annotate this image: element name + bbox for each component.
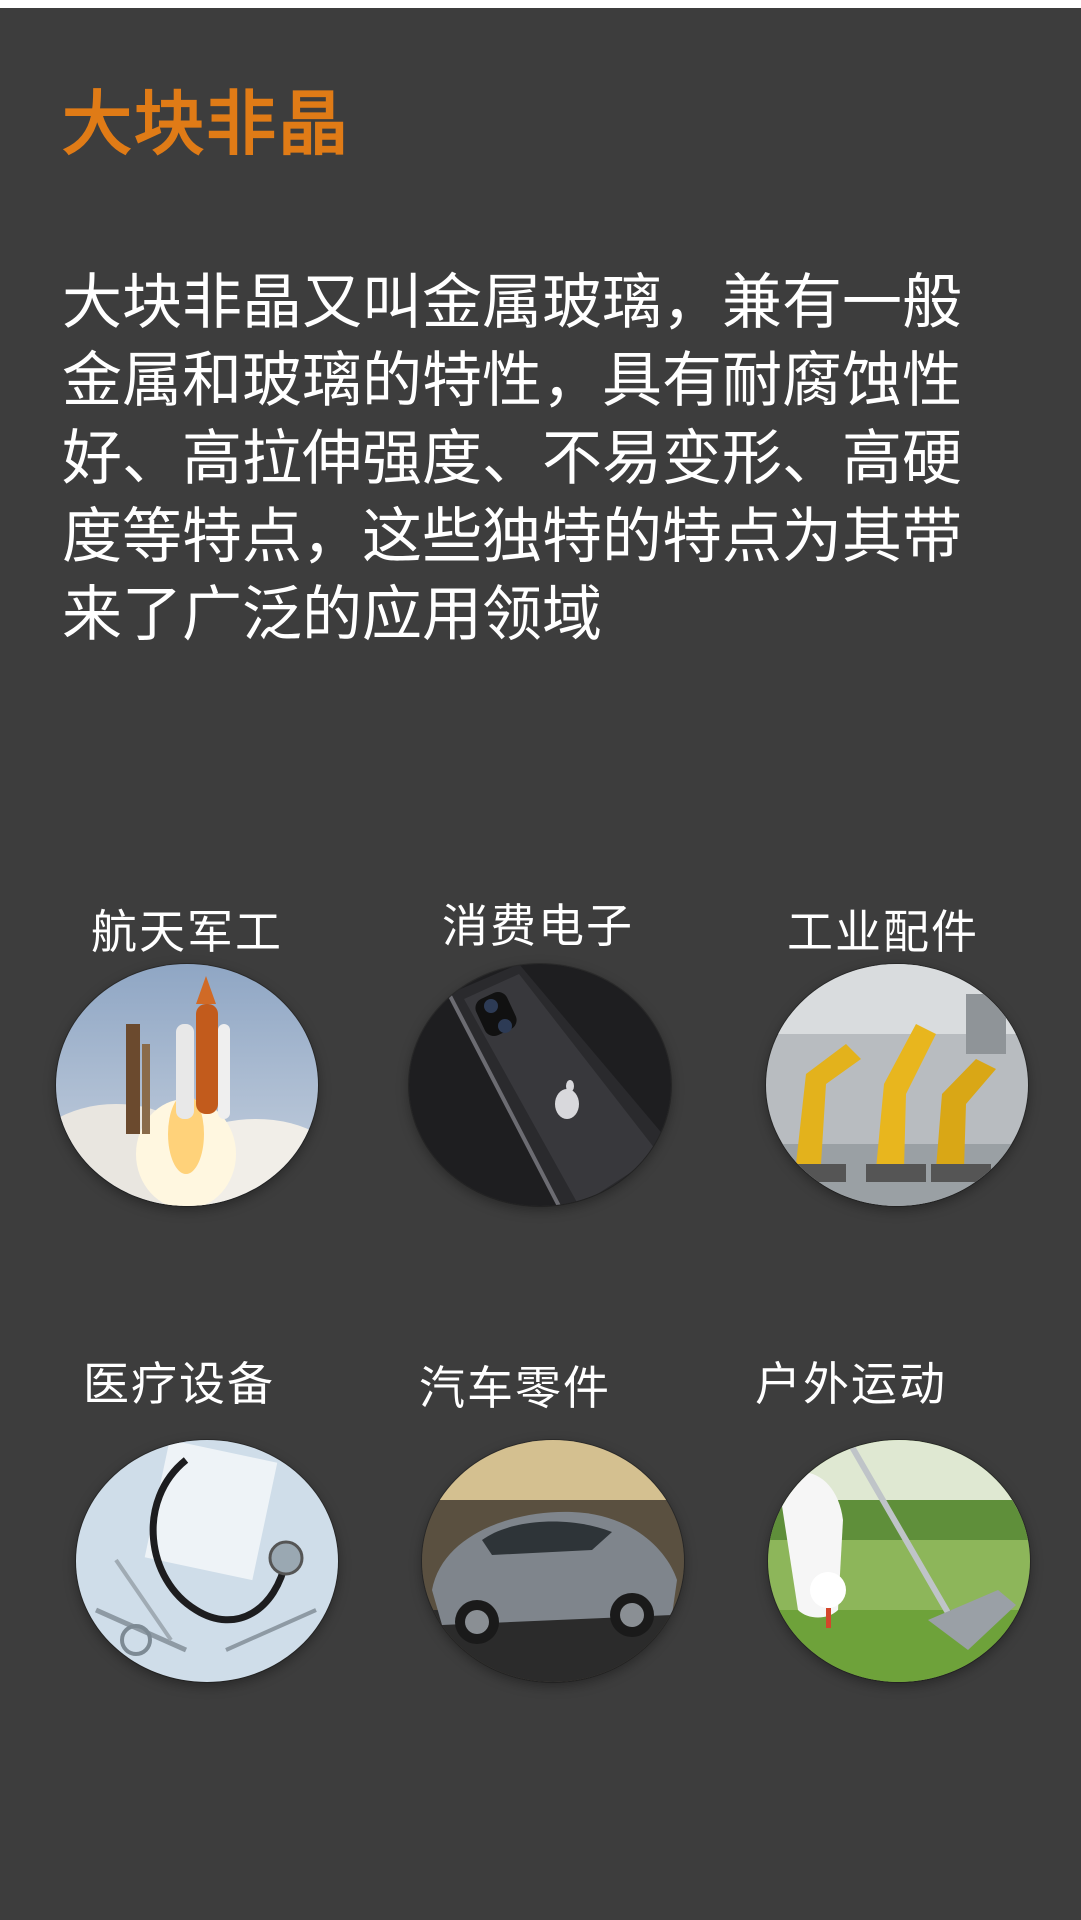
application-auto-parts: 汽车零件 [380, 1348, 684, 1688]
application-label: 汽车零件 [419, 1361, 611, 1415]
smartphone-photo [409, 964, 671, 1206]
application-label: 消费电子 [442, 899, 634, 953]
application-label: 户外运动 [755, 1357, 947, 1411]
application-consumer-electronics: 消费电子 [403, 896, 673, 1236]
application-label: 医疗设备 [83, 1357, 275, 1411]
industrial-robot-arms-photo [766, 964, 1028, 1206]
space-shuttle-launch-photo [56, 964, 318, 1206]
application-label: 工业配件 [787, 905, 979, 959]
page: 大块非晶 大块非晶又叫金属玻璃，兼有一般 金属和玻璃的特性，具有耐腐蚀性 好、高… [0, 8, 1081, 1920]
description-line: 好、高拉伸强度、不易变形、高硬 [62, 424, 962, 494]
description-line: 度等特点，这些独特的特点为其带 [62, 502, 962, 572]
application-medical-equipment: 医疗设备 [44, 1348, 338, 1688]
description-line: 金属和玻璃的特性，具有耐腐蚀性 [62, 346, 962, 416]
page-title: 大块非晶 [62, 83, 350, 165]
application-aerospace: 航天军工 [52, 896, 322, 1236]
application-industrial-parts: 工业配件 [748, 896, 1028, 1236]
description-line: 来了广泛的应用领域 [62, 580, 602, 650]
sports-car-photo [422, 1440, 684, 1682]
description-line: 大块非晶又叫金属玻璃，兼有一般 [62, 268, 962, 338]
application-label: 航天军工 [91, 905, 283, 959]
application-outdoor-sports: 户外运动 [716, 1348, 1030, 1688]
description: 大块非晶又叫金属玻璃，兼有一般 金属和玻璃的特性，具有耐腐蚀性 好、高拉伸强度、… [62, 264, 1042, 654]
golf-club-ball-photo [768, 1440, 1030, 1682]
medical-stethoscope-photo [76, 1440, 338, 1682]
top-white-strip [0, 0, 1081, 8]
